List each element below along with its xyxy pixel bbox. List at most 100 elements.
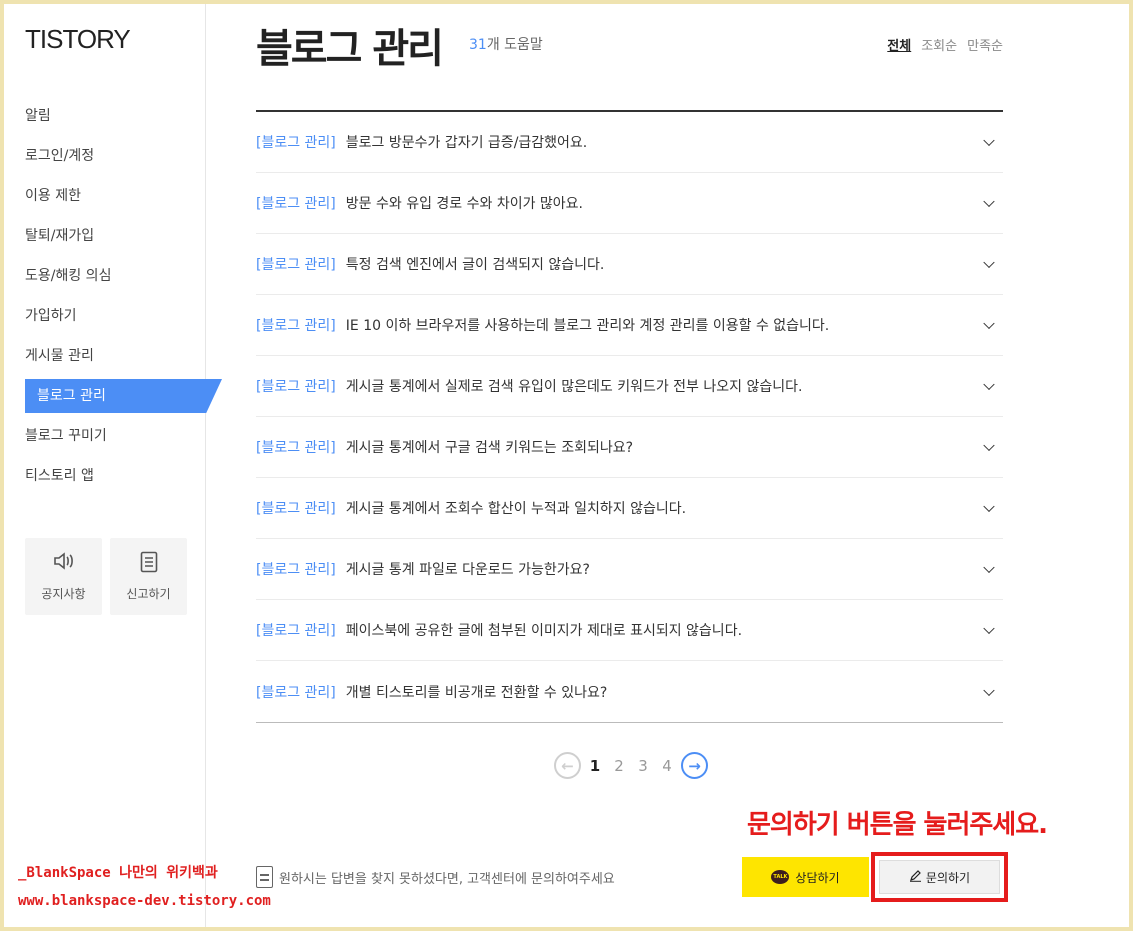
speaker-icon xyxy=(53,551,75,577)
watermark-line2: www.blankspace-dev.tistory.com xyxy=(18,893,271,909)
sort-options: 전체 조회순 만족순 xyxy=(887,35,1003,54)
faq-category: [블로그 관리] xyxy=(256,501,336,517)
page-4[interactable]: 4 xyxy=(657,757,677,775)
next-page-button[interactable]: → xyxy=(681,752,708,779)
sidebar-item-label: 로그인/계정 xyxy=(25,148,95,164)
faq-question: IE 10 이하 브라우저를 사용하는데 블로그 관리와 계정 관리를 이용할 … xyxy=(345,318,830,334)
faq-item[interactable]: [블로그 관리] 특정 검색 엔진에서 글이 검색되지 않습니다. xyxy=(256,234,1003,295)
faq-item[interactable]: [블로그 관리] 페이스북에 공유한 글에 첨부된 이미지가 제대로 표시되지 않… xyxy=(256,600,1003,661)
sort-satisfaction[interactable]: 만족순 xyxy=(967,35,1003,54)
footer-note-text: 원하시는 답변을 찾지 못하셨다면, 고객센터에 문의하여주세요 xyxy=(279,871,615,887)
arrow-right-icon: → xyxy=(688,756,701,775)
sidebar-item-posts[interactable]: 게시물 관리 xyxy=(25,336,223,376)
sidebar-item-label: 게시물 관리 xyxy=(25,348,94,364)
sidebar-item-label: 티스토리 앱 xyxy=(25,468,94,484)
sidebar-item-app[interactable]: 티스토리 앱 xyxy=(25,456,223,496)
faq-category: [블로그 관리] xyxy=(256,684,336,701)
sort-views[interactable]: 조회순 xyxy=(921,35,957,54)
faq-category: [블로그 관리] xyxy=(256,440,336,456)
chevron-down-icon xyxy=(983,439,995,452)
faq-question: 방문 수와 유입 경로 수와 차이가 많아요. xyxy=(345,196,584,212)
document-icon xyxy=(140,551,158,577)
faq-category: [블로그 관리] xyxy=(256,196,336,212)
chevron-down-icon xyxy=(983,134,995,147)
faq-item[interactable]: [블로그 관리] 게시글 통계에서 구글 검색 키워드는 조회되나요? xyxy=(256,417,1003,478)
chevron-down-icon xyxy=(983,317,995,330)
sidebar-item-alarm[interactable]: 알림 xyxy=(25,96,223,136)
sidebar-item-label: 알림 xyxy=(25,108,51,124)
help-count: 31개 도움말 xyxy=(469,34,543,54)
sort-all[interactable]: 전체 xyxy=(887,35,911,54)
callout-annotation: 문의하기 버튼을 눌러주세요. xyxy=(747,810,1048,840)
help-count-number: 31 xyxy=(469,37,487,53)
faq-question: 블로그 방문수가 갑자기 급증/급감했어요. xyxy=(345,135,588,151)
faq-question: 게시글 통계에서 구글 검색 키워드는 조회되나요? xyxy=(345,440,634,456)
pagination: ← 1 2 3 4 → xyxy=(554,752,708,779)
sidebar-item-signup[interactable]: 가입하기 xyxy=(25,296,223,336)
page-title: 블로그 관리 xyxy=(256,26,444,72)
sidebar-item-label: 탈퇴/재가입 xyxy=(25,228,95,244)
talk-label: 상담하기 xyxy=(795,870,840,885)
faq-category: [블로그 관리] xyxy=(256,318,336,334)
sidebar-item-label: 도용/해킹 의심 xyxy=(25,268,112,284)
chevron-down-icon xyxy=(983,561,995,574)
inquiry-label: 문의하기 xyxy=(925,870,971,885)
faq-question: 게시글 통계 파일로 다운로드 가능한가요? xyxy=(345,562,590,578)
chevron-down-icon xyxy=(983,684,995,696)
faq-question: 게시글 통계에서 조회수 합산이 누적과 일치하지 않습니다. xyxy=(345,501,687,517)
chevron-down-icon xyxy=(983,195,995,208)
chevron-down-icon xyxy=(983,378,995,391)
notice-label: 공지사항 xyxy=(41,587,86,601)
pencil-icon xyxy=(909,869,922,886)
sidebar-item-blog-manage[interactable]: 블로그 관리 xyxy=(25,376,223,416)
faq-item[interactable]: [블로그 관리] 게시글 통계에서 조회수 합산이 누적과 일치하지 않습니다. xyxy=(256,478,1003,539)
help-count-suffix: 개 도움말 xyxy=(486,37,543,53)
sidebar-item-login[interactable]: 로그인/계정 xyxy=(25,136,223,176)
faq-item[interactable]: [블로그 관리] 게시글 통계 파일로 다운로드 가능한가요? xyxy=(256,539,1003,600)
page-3[interactable]: 3 xyxy=(633,757,653,775)
chevron-down-icon xyxy=(983,256,995,269)
sidebar-menu: 알림 로그인/계정 이용 제한 탈퇴/재가입 도용/해킹 의심 가입하기 게시물… xyxy=(25,96,223,496)
faq-question: 개별 티스토리를 비공개로 전환할 수 있나요? xyxy=(345,684,608,701)
tistory-logo[interactable]: TISTORY xyxy=(25,24,131,55)
faq-category: [블로그 관리] xyxy=(256,257,336,273)
notice-button[interactable]: 공지사항 xyxy=(25,538,102,615)
footer-note: 원하시는 답변을 찾지 못하셨다면, 고객센터에 문의하여주세요 xyxy=(256,866,615,888)
report-button[interactable]: 신고하기 xyxy=(110,538,187,615)
watermark-line1: _BlankSpace 나만의 위키백과 xyxy=(18,865,218,881)
sidebar-item-hacking[interactable]: 도용/해킹 의심 xyxy=(25,256,223,296)
kakao-talk-button[interactable]: TALK 상담하기 xyxy=(742,857,869,897)
arrow-left-icon: ← xyxy=(561,756,574,775)
faq-question: 게시글 통계에서 실제로 검색 유입이 많은데도 키워드가 전부 나오지 않습니… xyxy=(345,379,803,395)
inquiry-highlight-box: 문의하기 xyxy=(871,852,1008,902)
faq-item[interactable]: [블로그 관리] IE 10 이하 브라우저를 사용하는데 블로그 관리와 계정 … xyxy=(256,295,1003,356)
prev-page-button[interactable]: ← xyxy=(554,752,581,779)
faq-item[interactable]: [블로그 관리] 게시글 통계에서 실제로 검색 유입이 많은데도 키워드가 전부… xyxy=(256,356,1003,417)
page-1[interactable]: 1 xyxy=(585,757,605,775)
faq-question: 특정 검색 엔진에서 글이 검색되지 않습니다. xyxy=(345,257,605,273)
talk-icon: TALK xyxy=(771,870,790,884)
faq-item[interactable]: [블로그 관리] 개별 티스토리를 비공개로 전환할 수 있나요? xyxy=(256,661,1003,722)
faq-category: [블로그 관리] xyxy=(256,135,336,151)
inquiry-button[interactable]: 문의하기 xyxy=(879,860,1000,894)
faq-item[interactable]: [블로그 관리] 방문 수와 유입 경로 수와 차이가 많아요. xyxy=(256,173,1003,234)
page-2[interactable]: 2 xyxy=(609,757,629,775)
sidebar-item-label: 블로그 관리 xyxy=(37,388,106,404)
sidebar-item-label: 이용 제한 xyxy=(25,188,81,204)
faq-category: [블로그 관리] xyxy=(256,562,336,578)
faq-category: [블로그 관리] xyxy=(256,379,336,395)
chevron-down-icon xyxy=(983,622,995,635)
chevron-down-icon xyxy=(983,500,995,513)
sidebar-item-label: 블로그 꾸미기 xyxy=(25,428,107,444)
sidebar-item-blog-design[interactable]: 블로그 꾸미기 xyxy=(25,416,223,456)
report-label: 신고하기 xyxy=(126,587,171,601)
faq-list: [블로그 관리] 블로그 방문수가 갑자기 급증/급감했어요. [블로그 관리] 방… xyxy=(256,110,1003,723)
faq-question: 페이스북에 공유한 글에 첨부된 이미지가 제대로 표시되지 않습니다. xyxy=(345,623,743,639)
side-buttons: 공지사항 신고하기 xyxy=(25,538,187,615)
sidebar-item-label: 가입하기 xyxy=(25,308,77,324)
sidebar-item-restriction[interactable]: 이용 제한 xyxy=(25,176,223,216)
faq-item[interactable]: [블로그 관리] 블로그 방문수가 갑자기 급증/급감했어요. xyxy=(256,112,1003,173)
sidebar-item-withdraw[interactable]: 탈퇴/재가입 xyxy=(25,216,223,256)
faq-category: [블로그 관리] xyxy=(256,623,336,639)
clipboard-icon xyxy=(256,866,273,888)
